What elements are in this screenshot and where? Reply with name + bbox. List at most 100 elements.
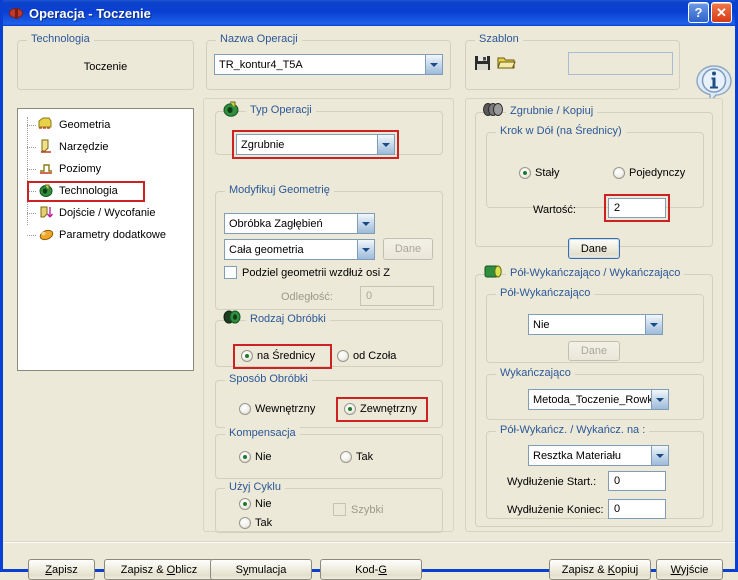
technology-icon (38, 183, 55, 198)
radio-na-srednicy[interactable]: na Średnicy (241, 350, 315, 362)
radio-zewnetrzny[interactable]: Zewnętrzny (344, 403, 417, 415)
sposob-obrobki-title: Sposób Obróbki (225, 373, 312, 385)
radio-od-czola[interactable]: od Czoła (337, 350, 396, 362)
save-floppy-icon[interactable] (473, 54, 493, 72)
radio-dot (613, 167, 625, 179)
radio-label: od Czoła (353, 350, 397, 362)
radio-pojedynczy[interactable]: Pojedynczy (613, 167, 685, 179)
szybki-checkbox[interactable]: Szybki (333, 503, 383, 516)
operation-type-combo[interactable]: Zgrubnie (236, 134, 395, 155)
checkbox-box[interactable] (333, 503, 346, 516)
sidebar-item-dojscie-wycofanie[interactable]: Dojście / Wycofanie (38, 205, 156, 220)
zapisz-oblicz-button[interactable]: Zapisz & Oblicz (104, 559, 214, 580)
radio-dot (239, 498, 251, 510)
szablon-title: Szablon (475, 33, 523, 45)
zgrubnie-dane-button[interactable]: Dane (568, 238, 620, 259)
operation-type-icon (222, 100, 242, 118)
operation-name-value: TR_kontur4_T5A (219, 58, 303, 71)
operation-dialog-window: Operacja - Toczenie ? ✕ Technologia Tocz… (0, 0, 738, 580)
semi-finishing-combo[interactable]: Nie (528, 314, 663, 335)
wyjscie-button[interactable]: Wyjście (656, 559, 723, 580)
chevron-down-icon[interactable] (645, 315, 662, 334)
wartosc-label: Wartość: (533, 204, 576, 216)
chevron-down-icon[interactable] (377, 135, 394, 154)
zapisz-kopiuj-button[interactable]: Zapisz & Kopiuj (549, 559, 651, 580)
technologia-group-title: Technologia (27, 33, 94, 45)
szablon-field[interactable] (568, 52, 673, 75)
radio-dot (241, 350, 253, 362)
operation-name-combo[interactable]: TR_kontur4_T5A (214, 54, 443, 75)
sidebar-item-label: Geometria (59, 118, 111, 131)
geometry-scope-combo[interactable]: Cała geometria (224, 239, 375, 260)
szybki-label: Szybki (351, 503, 384, 516)
kod-g-button[interactable]: Kod-G (320, 559, 422, 580)
radio-wewnetrzny[interactable]: Wewnętrzny (239, 403, 315, 415)
sidebar-item-parametry-dodatkowe[interactable]: Parametry dodatkowe (38, 227, 166, 242)
split-geometry-z-checkbox[interactable]: Podziel geometrii wzdłuż osi Z (224, 266, 390, 279)
sidebar-item-poziomy[interactable]: Poziomy (38, 161, 101, 176)
sidebar-item-label: Narzędzie (59, 140, 109, 153)
sidebar-item-geometria[interactable]: Geometria (38, 117, 110, 132)
semi-finishing-dane-button[interactable]: Dane (568, 341, 620, 361)
zapisz-kopiuj-label: Zapisz & Kopiuj (561, 563, 639, 576)
levels-icon (38, 161, 55, 176)
zapisz-button[interactable]: Zapisz (28, 559, 95, 580)
sidebar-item-label: Poziomy (59, 162, 102, 175)
geometry-icon (38, 117, 55, 132)
chevron-down-icon[interactable] (357, 214, 374, 233)
radio-dot (344, 403, 356, 415)
machining-kind-icon (222, 309, 242, 327)
radio-cykl-nie[interactable]: Nie (239, 498, 272, 510)
sidebar-item-technologia[interactable]: Technologia (38, 183, 118, 198)
window-title: Operacja - Toczenie (29, 5, 151, 21)
rodzaj-obrobki-title: Rodzaj Obróbki (246, 313, 330, 325)
radio-kompensacja-nie[interactable]: Nie (239, 451, 272, 463)
chevron-down-icon[interactable] (651, 446, 668, 465)
radio-label: Zewnętrzny (360, 403, 417, 415)
finishing-method-combo[interactable]: Metoda_Toczenie_Rowkow (528, 389, 669, 410)
pol-wykanczajaco-title: Pół-Wykańczająco / Wykańczająco (506, 267, 685, 279)
radio-staly[interactable]: Stały (519, 167, 559, 179)
sidebar-item-narzedzie[interactable]: Narzędzie (38, 139, 109, 154)
radio-label: Pojedynczy (629, 167, 686, 179)
chevron-down-icon[interactable] (425, 55, 442, 74)
dialog-content: Technologia Toczenie Geometria Narzędzie… (3, 26, 735, 580)
wyjscie-label: Wyjście (670, 563, 709, 576)
stock-type-combo[interactable]: Resztka Materiału (528, 445, 669, 466)
zapisz-oblicz-label: Zapisz & Oblicz (120, 563, 198, 576)
radio-dot (239, 451, 251, 463)
radio-label: Tak (356, 451, 374, 463)
wartosc-field[interactable]: 2 (608, 198, 666, 218)
odleglosc-label: Odległość: (281, 291, 333, 303)
radio-label: Nie (255, 498, 272, 510)
tool-icon (38, 139, 55, 154)
checkbox-box[interactable] (224, 266, 237, 279)
operation-tree[interactable]: Geometria Narzędzie Poziomy Technologia … (17, 108, 194, 371)
sidebar-item-label: Parametry dodatkowe (59, 228, 166, 241)
radio-dot (239, 517, 251, 529)
modyfikuj-geometrie-title: Modyfikuj Geometrię (225, 184, 334, 196)
radio-dot (337, 350, 349, 362)
radio-label: Wewnętrzny (255, 403, 316, 415)
operation-type-value: Zgrubnie (241, 138, 285, 151)
open-folder-icon[interactable] (497, 54, 517, 72)
additional-parameters-icon (38, 227, 55, 242)
sidebar-item-label: Dojście / Wycofanie (59, 206, 156, 219)
wydluzenie-koniec-field[interactable]: 0 (608, 499, 666, 519)
chevron-down-icon[interactable] (651, 390, 668, 409)
roughing-icon (482, 101, 503, 119)
radio-dot (239, 403, 251, 415)
geometry-modify-combo[interactable]: Obróbka Zagłębień (224, 213, 375, 234)
radio-cykl-tak[interactable]: Tak (239, 517, 272, 529)
wydluzenie-start-field[interactable]: 0 (608, 471, 666, 491)
symulacja-button[interactable]: Symulacja (210, 559, 312, 580)
chevron-down-icon[interactable] (357, 240, 374, 259)
odleglosc-field[interactable]: 0 (360, 286, 434, 306)
close-icon[interactable]: ✕ (711, 2, 732, 23)
title-bar: Operacja - Toczenie ? ✕ (3, 0, 735, 26)
geometry-dane-button[interactable]: Dane (383, 238, 433, 260)
wydluzenie-start-label: Wydłużenie Start.: (507, 476, 597, 488)
radio-kompensacja-tak[interactable]: Tak (340, 451, 373, 463)
wydluzenie-koniec-label: Wydłużenie Koniec: (507, 504, 604, 516)
help-button[interactable]: ? (688, 2, 709, 23)
